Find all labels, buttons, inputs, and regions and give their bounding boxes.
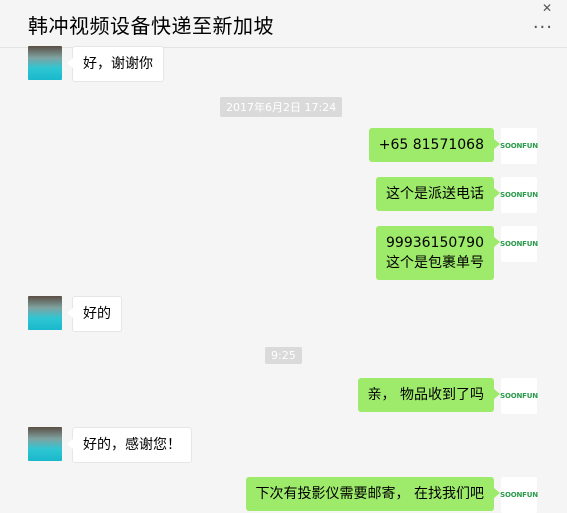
avatar-logo-text: SOONFUN — [500, 392, 538, 400]
avatar-logo-text: SOONFUN — [500, 191, 538, 199]
avatar-logo-text: SOONFUN — [500, 240, 538, 248]
more-options-icon[interactable]: ··· — [533, 17, 553, 38]
soonfun-logo-icon[interactable]: SOONFUN — [500, 226, 538, 262]
contact-avatar-icon[interactable] — [28, 46, 62, 80]
avatar-logo-text: SOONFUN — [500, 142, 538, 150]
message-timestamp: 2017年6月2日 17:24 — [220, 97, 343, 117]
soonfun-logo-icon[interactable]: SOONFUN — [500, 177, 538, 213]
chat-title: 韩冲视频设备快递至新加坡 — [28, 14, 274, 38]
contact-avatar-icon[interactable] — [28, 427, 62, 461]
contact-avatar-icon[interactable] — [28, 296, 62, 330]
soonfun-logo-icon[interactable]: SOONFUN — [500, 128, 538, 164]
message-bubble-incoming[interactable]: 好的，感谢您！ — [67, 427, 192, 463]
message-timestamp: 9:25 — [265, 347, 302, 364]
message-line: 99936150790 — [386, 235, 484, 251]
message-bubble-incoming[interactable]: 好，谢谢你 — [67, 46, 164, 82]
soonfun-logo-icon[interactable]: SOONFUN — [500, 477, 538, 513]
soonfun-logo-icon[interactable]: SOONFUN — [500, 378, 538, 414]
message-bubble-incoming[interactable]: 好的 — [67, 296, 122, 332]
message-bubble-outgoing[interactable]: +65 81571068 — [368, 128, 501, 162]
message-bubble-outgoing[interactable]: 下次有投影仪需要邮寄， 在找我们吧 — [245, 477, 501, 511]
chat-header: 韩冲视频设备快递至新加坡 ✕ ··· — [0, 0, 567, 48]
message-line: 这个是包裹单号 — [386, 255, 484, 271]
avatar-logo-text: SOONFUN — [500, 491, 538, 499]
close-icon[interactable]: ✕ — [541, 2, 553, 14]
message-bubble-outgoing[interactable]: 99936150790 这个是包裹单号 — [376, 226, 500, 280]
message-bubble-outgoing[interactable]: 亲， 物品收到了吗 — [357, 378, 501, 412]
message-bubble-outgoing[interactable]: 这个是派送电话 — [376, 177, 500, 211]
message-list[interactable]: 好，谢谢你 2017年6月2日 17:24 +65 81571068 SOONF… — [0, 46, 567, 513]
